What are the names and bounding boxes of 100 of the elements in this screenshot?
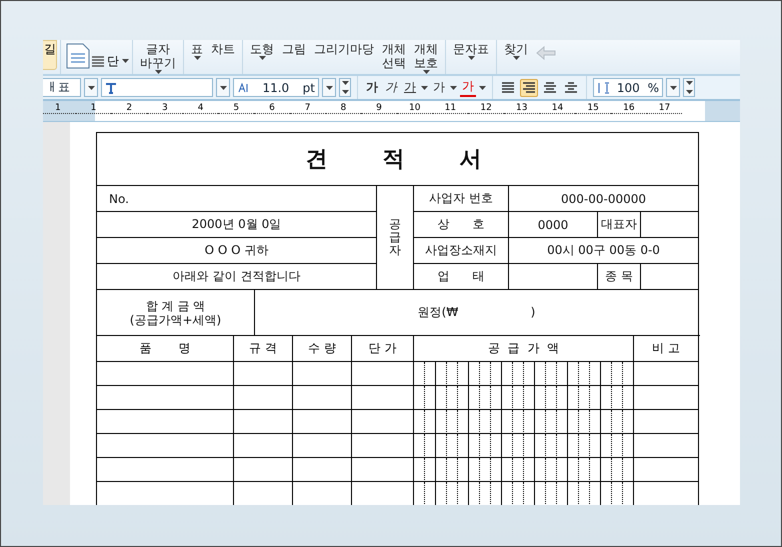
table-cell: [546, 386, 557, 410]
table-cell: [590, 434, 601, 458]
table-cell: [480, 434, 491, 458]
dropdown-button[interactable]: [322, 78, 336, 97]
table-cell-text: 원정(₩ ): [416, 304, 536, 321]
table-cell: [535, 434, 546, 458]
ribbon-button[interactable]: 개체 선택: [378, 42, 410, 70]
table-cell: [513, 410, 524, 434]
character-style-button[interactable]: 가: [383, 79, 399, 96]
table-cell: [234, 362, 293, 386]
ribbon-button[interactable]: 개체 보호: [410, 42, 442, 74]
spacing-icon: [597, 82, 609, 94]
table-cell: [568, 410, 579, 434]
columns-button[interactable]: 단: [92, 53, 129, 69]
table-cell: [535, 410, 546, 434]
table-cell: [480, 458, 491, 482]
spin-button[interactable]: [339, 78, 351, 97]
ribbon-button[interactable]: 차트: [207, 42, 239, 56]
table-cell: [425, 458, 436, 482]
toolbar-button[interactable]: 길: [43, 40, 57, 70]
caret-icon: [479, 86, 486, 90]
table-cell: [546, 410, 557, 434]
table-cell: [436, 434, 447, 458]
list-icon: [92, 56, 104, 66]
table-cell: [623, 410, 634, 434]
ribbon-button[interactable]: 표: [187, 42, 207, 60]
caret-icon: [670, 86, 676, 90]
table-cell: [557, 386, 568, 410]
character-style-button[interactable]: 가: [431, 79, 447, 96]
ribbon-button[interactable]: 글자 바꾸기: [136, 42, 180, 74]
document-icon[interactable]: [64, 42, 92, 70]
table-cell: [568, 362, 579, 386]
ruler-number: 14: [540, 103, 576, 114]
ruler-number: 13: [504, 103, 540, 114]
font-field[interactable]: [101, 78, 213, 97]
caret-icon: [88, 86, 94, 90]
style-field[interactable]: ㅐ표: [43, 78, 81, 97]
font-icon: [105, 82, 117, 94]
table-cell: [458, 458, 469, 482]
ribbon-button[interactable]: 찾기: [500, 42, 532, 60]
table-cell: [458, 434, 469, 458]
table-cell: [513, 434, 524, 458]
column-header: 규 격: [234, 336, 293, 362]
table-cell: [612, 434, 623, 458]
table-cell: [557, 410, 568, 434]
table-cell: [293, 410, 352, 434]
caret-icon: [326, 86, 332, 90]
spin-button[interactable]: [683, 78, 695, 97]
table-cell: [546, 458, 557, 482]
table-cell: 아래와 같이 견적합니다: [96, 264, 376, 290]
table-cell: [513, 362, 524, 386]
ruler-number: 9: [361, 103, 397, 114]
ribbon-button[interactable]: 그리기마당: [310, 42, 378, 56]
font-size-field[interactable]: 11.0 pt: [233, 78, 319, 97]
table-cell: [352, 458, 414, 482]
table-cell: [579, 434, 590, 458]
table-cell: [524, 410, 535, 434]
ruler-number: 6: [254, 103, 290, 114]
table-cell: [579, 362, 590, 386]
table-cell: [502, 386, 513, 410]
table-cell: 업 태: [414, 264, 508, 290]
dropdown-button[interactable]: [216, 78, 230, 97]
character-style-button[interactable]: 가: [402, 79, 418, 96]
line-spacing-field[interactable]: 100 %: [593, 78, 663, 97]
table-cell: [601, 458, 612, 482]
table-cell: [352, 410, 414, 434]
ribbon-button[interactable]: 그림: [278, 42, 310, 56]
table-cell: 상 호: [414, 212, 508, 238]
ruler-number: 11: [432, 103, 468, 114]
table-cell: 공급자: [376, 186, 414, 290]
ribbon-button[interactable]: 도형: [246, 42, 278, 60]
table-cell: [535, 386, 546, 410]
ribbon-button[interactable]: 문자표: [449, 42, 493, 60]
table-cell: [513, 458, 524, 482]
column-header: 비 고: [634, 336, 699, 362]
table-cell: [352, 434, 414, 458]
table-cell: 000-00-00000: [508, 186, 698, 212]
align-button[interactable]: [520, 78, 538, 96]
column-header: 공 급 가 액: [414, 336, 634, 362]
table-cell: [568, 386, 579, 410]
table-cell: [234, 458, 293, 482]
character-style-button[interactable]: 가: [460, 78, 476, 97]
table-cell: [425, 362, 436, 386]
table-cell: O O O 귀하: [96, 238, 376, 264]
table-cell: 합 계 금 액 (공급가액+세액): [97, 290, 255, 335]
table-cell: [491, 362, 502, 386]
ruler-number: 1: [76, 103, 112, 114]
column-header: 품 명: [97, 336, 234, 362]
table-cell: [579, 458, 590, 482]
table-cell: [568, 434, 579, 458]
table-cell: 종 목: [598, 264, 640, 290]
ruler-number: 5: [218, 103, 254, 114]
ruler-number: 2: [111, 103, 148, 114]
table-cell: [447, 434, 458, 458]
table-cell: [601, 410, 612, 434]
table-cell: [491, 434, 502, 458]
character-style-button[interactable]: 가: [364, 79, 380, 96]
dropdown-button[interactable]: [84, 78, 98, 97]
dropdown-button[interactable]: [666, 78, 680, 97]
table-cell: [546, 434, 557, 458]
